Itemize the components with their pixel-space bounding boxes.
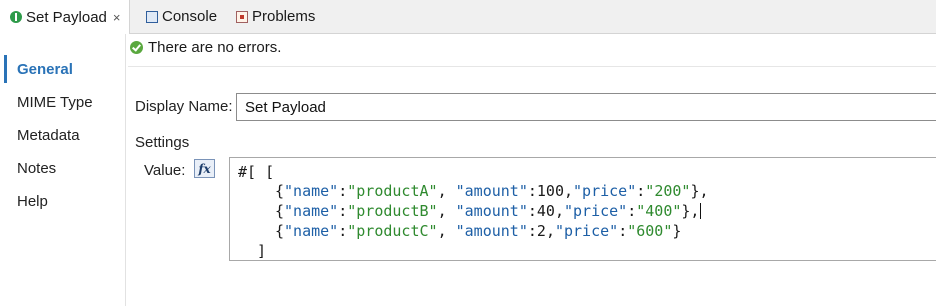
value-expression-editor[interactable]: #[ [ {"name":"productA", "amount":100,"p… [229, 157, 936, 261]
sidebar-item-help[interactable]: Help [0, 187, 125, 215]
code-number: 100 [536, 182, 564, 200]
code-line-close: ] [257, 242, 266, 260]
code-string: "productC" [347, 222, 438, 240]
code-prefix: #[ [ [238, 163, 275, 181]
problems-icon [236, 10, 248, 23]
fx-label: fx [198, 161, 211, 176]
value-label: Value: [144, 162, 186, 179]
code-close: ] [257, 242, 267, 260]
sidebar-item-mime-type[interactable]: MIME Type [0, 88, 125, 116]
sidebar-item-label: MIME Type [17, 93, 93, 111]
sidebar-item-metadata[interactable]: Metadata [0, 121, 125, 149]
display-name-input[interactable] [236, 93, 936, 121]
code-string: "600" [627, 222, 673, 240]
code-string: "productA" [347, 182, 438, 200]
code-number: 40 [536, 202, 555, 220]
code-key: "price" [564, 202, 628, 220]
code-tail: }, [690, 182, 709, 200]
settings-heading: Settings [135, 134, 190, 151]
close-icon[interactable]: × [113, 10, 121, 25]
editor-tab-bar: Set Payload × Console Problems [0, 0, 936, 34]
sidebar-item-label: Metadata [17, 126, 80, 144]
code-line-2: {"name":"productB", "amount":40,"price":… [275, 202, 702, 220]
set-payload-icon [10, 11, 22, 23]
code-string: "400" [636, 202, 682, 220]
sidebar-item-label: General [17, 60, 73, 78]
tab-problems[interactable]: Problems [236, 0, 315, 33]
fx-icon[interactable]: fx [194, 159, 215, 178]
divider [128, 66, 936, 67]
sidebar-item-general[interactable]: General [0, 55, 125, 83]
code-key: "amount" [455, 222, 528, 240]
code-value: 600 [636, 222, 664, 240]
code-tail: } [672, 222, 682, 240]
tab-label: Set Payload [26, 8, 107, 26]
code-key: "name" [284, 222, 339, 240]
code-key: "amount" [455, 202, 528, 220]
tab-label: Problems [252, 8, 316, 25]
sidebar-item-label: Help [17, 192, 48, 210]
sidebar-item-notes[interactable]: Notes [0, 154, 125, 182]
tab-label: Console [162, 8, 218, 25]
code-string: "200" [645, 182, 691, 200]
code-tail: }, [681, 202, 700, 220]
code-key: "amount" [455, 182, 528, 200]
code-key: "price" [554, 222, 619, 240]
sidebar-item-label: Notes [17, 159, 57, 177]
code-string: "productB" [347, 202, 438, 220]
console-icon [146, 10, 158, 23]
code-value: 400 [645, 202, 673, 220]
tab-set-payload[interactable]: Set Payload × [0, 0, 130, 34]
text-cursor [700, 203, 702, 219]
tab-console[interactable]: Console [146, 0, 217, 33]
code-value: productA [356, 182, 429, 200]
code-number: 2 [536, 222, 546, 240]
code-key: "price" [573, 182, 637, 200]
code-line-1: {"name":"productA", "amount":100,"price"… [275, 182, 709, 200]
code-line-open: #[ [ [238, 163, 274, 181]
status-message: There are no errors. [148, 39, 282, 56]
code-line-3: {"name":"productC", "amount":2,"price":"… [275, 222, 682, 240]
properties-sidebar: General MIME Type Metadata Notes Help [0, 34, 126, 306]
code-value: 200 [654, 182, 682, 200]
validation-status: There are no errors. [130, 39, 281, 56]
check-icon [130, 41, 143, 54]
code-key: "name" [284, 202, 339, 220]
display-name-label: Display Name: [135, 98, 233, 115]
code-key: "name" [284, 182, 339, 200]
code-value: productB [356, 202, 429, 220]
code-value: productC [356, 222, 429, 240]
